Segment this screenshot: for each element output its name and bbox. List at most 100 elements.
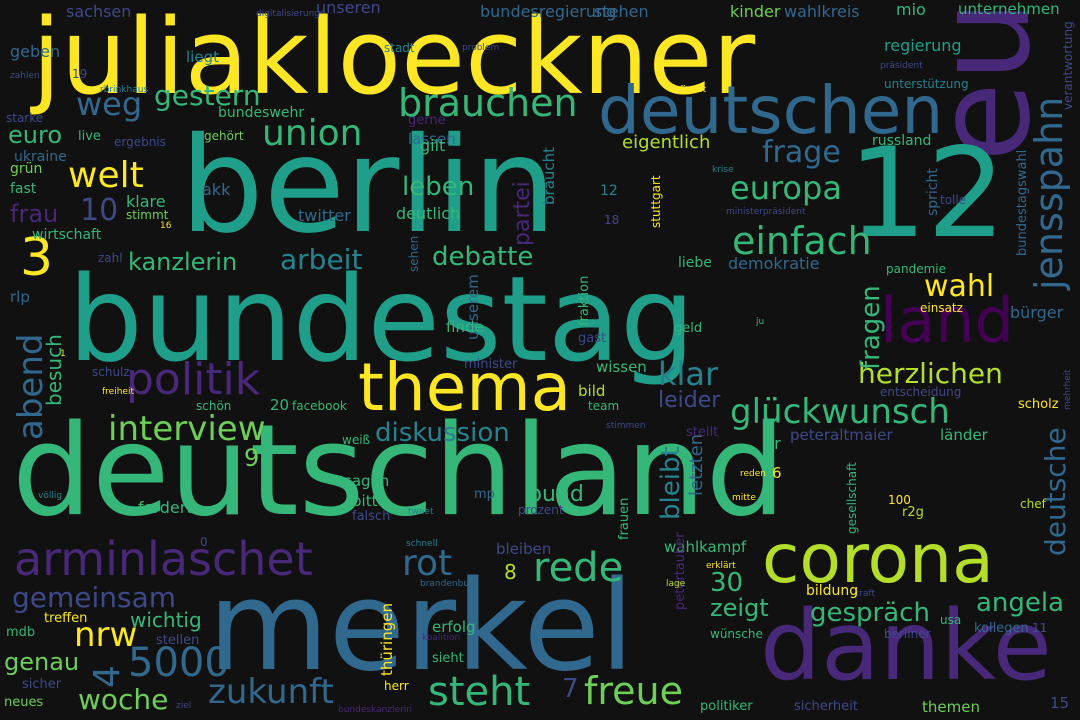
word: stuttgart (649, 175, 663, 228)
word: rlp (10, 288, 30, 306)
word: wirtschaft (32, 227, 102, 243)
word: fast (10, 181, 37, 197)
word: ju (756, 317, 765, 327)
word: weiß (342, 433, 371, 447)
word: bildung (806, 583, 859, 599)
word: herr (384, 679, 409, 693)
word: 10 (80, 193, 119, 228)
word: entscheidung (880, 385, 962, 399)
word: 20 (270, 396, 290, 414)
word: erfolg (432, 618, 476, 636)
word: mio (896, 0, 926, 19)
word: deutlich (396, 204, 461, 223)
word: unternehmen (958, 0, 1060, 18)
word: 1 (60, 349, 66, 359)
word: team (588, 399, 620, 413)
word: bundestagswahl (1015, 149, 1030, 256)
word: thüringen (378, 603, 396, 676)
word: braucht (540, 146, 558, 205)
word: lage (666, 579, 686, 589)
word: woche (78, 683, 169, 716)
word: tweet (408, 507, 434, 517)
word: unseren (316, 0, 381, 17)
word: bitte (352, 492, 387, 510)
word: 30 (710, 568, 744, 598)
word: schön (196, 399, 232, 413)
word: spricht (925, 168, 941, 216)
word: neues (4, 695, 44, 710)
word: bundeswehr (218, 105, 305, 121)
word: freue (584, 669, 684, 713)
word: ministerpräsident (726, 207, 806, 217)
word: wichtig (130, 608, 202, 632)
word: starke (6, 111, 44, 125)
word: live (78, 129, 101, 144)
word: bleiben (496, 540, 552, 558)
word: rbrinkhaus (100, 85, 149, 95)
word: 8 (504, 560, 517, 584)
word: kinder (730, 2, 781, 21)
word: kollegen (974, 621, 1029, 636)
word: 5000 (128, 640, 230, 686)
word: dr (764, 434, 781, 453)
word: twitter (298, 206, 351, 225)
word: scholz (1018, 397, 1059, 412)
word: stimmt (126, 208, 169, 222)
word: besuch (42, 334, 66, 406)
word: geld (674, 321, 703, 336)
word: fraktion (577, 275, 592, 326)
word: stimmen (606, 421, 646, 431)
word-cloud: juliakloeckner berlin bundestag deutschl… (0, 0, 1080, 720)
word: gesellschaft (845, 462, 859, 534)
word: mehrheit (1063, 369, 1073, 410)
word: mitte (732, 493, 756, 503)
word: 18 (604, 213, 620, 227)
word: diskussion (375, 418, 510, 448)
word: klar (658, 355, 719, 393)
word: gerne (408, 113, 446, 128)
word: problem (462, 43, 500, 53)
word: regierung (884, 36, 962, 55)
word: 0 (200, 535, 208, 549)
word: usa (940, 613, 962, 627)
word: leben (402, 172, 475, 202)
word: liebe (678, 255, 712, 271)
word: fragen (856, 285, 886, 370)
word: wünsche (710, 627, 763, 641)
word: sicher (22, 677, 62, 692)
word: partei (510, 181, 535, 246)
word: steht (428, 669, 531, 715)
word: fordert (138, 498, 193, 517)
word: petertauber (673, 532, 688, 610)
word: 9 (244, 444, 260, 472)
word: einsatz (920, 301, 963, 315)
word: corona (762, 520, 994, 599)
word: minister (464, 357, 518, 372)
word: findet (680, 85, 707, 95)
word: schnell (406, 539, 438, 549)
word: ziel (176, 701, 192, 711)
word: sehen (407, 235, 421, 272)
word: liegt (186, 48, 219, 66)
word: sagen (344, 472, 390, 490)
word: krise (712, 165, 734, 175)
word: länder (940, 426, 988, 444)
word: stehen (594, 2, 649, 21)
word: 6 (772, 464, 782, 482)
word: bleibt (656, 446, 686, 520)
word: 15 (1050, 694, 1070, 712)
word: treffen (44, 611, 88, 626)
word: frauen (617, 497, 632, 540)
word: themen (922, 698, 980, 716)
word: 7 (562, 674, 579, 704)
word: sachsen (66, 2, 132, 21)
word: freiheit (102, 387, 134, 397)
word: arminlaschet (14, 532, 313, 586)
word: kanzlerin (128, 248, 238, 276)
word: peteraltmaier (790, 426, 893, 444)
word: tolle (940, 193, 967, 207)
word: sicherheit (794, 699, 858, 714)
word: erklärt (706, 561, 736, 571)
word: genau (4, 648, 80, 676)
word: frage (762, 135, 841, 170)
